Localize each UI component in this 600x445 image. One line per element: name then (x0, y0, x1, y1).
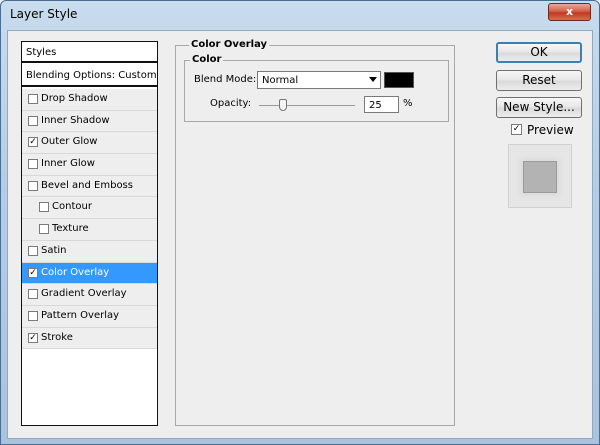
style-item[interactable]: ✓ Outer Glow (22, 132, 157, 155)
preview-checkbox[interactable]: ✓ (511, 124, 522, 135)
reset-button-label: Reset (522, 73, 556, 87)
style-item-checkbox[interactable] (28, 94, 38, 104)
style-item-checkbox[interactable]: ✓ (28, 267, 38, 278)
opacity-slider-track[interactable] (259, 105, 355, 106)
style-item[interactable]: Drop Shadow (22, 89, 157, 111)
style-item[interactable]: Inner Shadow (22, 110, 157, 133)
opacity-unit: % (403, 98, 413, 109)
style-item-label: Pattern Overlay (41, 309, 120, 321)
styles-header-label: Styles (26, 47, 57, 58)
dialog-client-area: Styles Blending Options: Custom Drop Sha… (7, 30, 593, 439)
style-item[interactable]: Inner Glow (22, 154, 157, 176)
style-item[interactable]: ✓ Color Overlay (22, 262, 157, 285)
style-item-checkbox[interactable]: ✓ (28, 332, 38, 343)
style-item-checkbox[interactable] (28, 159, 38, 170)
style-item-label: Inner Shadow (41, 114, 110, 126)
style-item[interactable]: Gradient Overlay (22, 284, 157, 306)
layer-style-dialog: Layer Style x Styles Blending Options: C… (0, 0, 600, 445)
new-style-button[interactable]: New Style... (496, 97, 582, 118)
chevron-down-icon (369, 77, 377, 82)
opacity-value: 25 (369, 100, 382, 111)
overlay-color-swatch[interactable] (384, 72, 414, 88)
opacity-label: Opacity: (210, 98, 252, 109)
blend-mode-select[interactable]: Normal (257, 71, 381, 89)
style-item-checkbox[interactable] (39, 202, 49, 213)
style-item[interactable]: ✓ Stroke (22, 327, 157, 350)
style-item[interactable]: Satin (22, 240, 157, 263)
blending-options-label: Blending Options: Custom (26, 70, 157, 81)
style-item-label: Color Overlay (41, 266, 110, 278)
ok-button-label: OK (530, 45, 548, 59)
close-icon: x (565, 5, 574, 18)
style-item-label: Contour (52, 201, 92, 213)
style-item-label: Stroke (41, 331, 73, 343)
ok-button[interactable]: OK (496, 42, 582, 63)
style-preview-swatch (523, 161, 557, 193)
style-item[interactable]: Contour (22, 197, 157, 220)
color-overlay-title: Color Overlay (189, 39, 270, 50)
style-item-checkbox[interactable] (39, 224, 49, 235)
reset-button[interactable]: Reset (496, 70, 582, 91)
style-item[interactable]: Bevel and Emboss (22, 175, 157, 198)
style-item-checkbox[interactable] (28, 289, 38, 300)
window-title: Layer Style (10, 7, 78, 21)
style-item-label: Satin (41, 244, 67, 256)
styles-header[interactable]: Styles (22, 42, 157, 63)
style-item-checkbox[interactable]: ✓ (28, 137, 38, 148)
blend-mode-label: Blend Mode: (194, 74, 257, 85)
preview-label[interactable]: Preview (527, 123, 574, 137)
style-item-checkbox[interactable] (28, 245, 38, 256)
opacity-input[interactable]: 25 (364, 96, 399, 113)
close-button[interactable]: x (548, 3, 591, 21)
title-bar: Layer Style x (1, 1, 599, 29)
style-item[interactable]: Pattern Overlay (22, 305, 157, 328)
color-overlay-group: Color Overlay Color Blend Mode: Normal O… (175, 39, 455, 426)
new-style-button-label: New Style... (503, 100, 575, 114)
style-item-label: Bevel and Emboss (41, 179, 133, 191)
color-subgroup: Color Blend Mode: Normal Opacity: 25 % (184, 54, 449, 122)
opacity-slider-thumb[interactable] (279, 99, 287, 111)
styles-list-panel: Styles Blending Options: Custom Drop Sha… (21, 41, 158, 426)
style-item-checkbox[interactable] (28, 180, 38, 191)
style-item-label: Drop Shadow (41, 93, 108, 104)
style-effects-list: Drop Shadow Inner Shadow ✓ Outer Glow Inner … (22, 89, 157, 350)
style-item-label: Texture (52, 223, 89, 235)
blend-mode-value: Normal (262, 75, 299, 86)
color-subgroup-title: Color (190, 54, 224, 65)
style-item-checkbox[interactable] (28, 115, 38, 126)
style-item-label: Inner Glow (41, 158, 95, 170)
blending-options-item[interactable]: Blending Options: Custom (22, 65, 157, 87)
style-item-checkbox[interactable] (28, 310, 38, 321)
style-item-label: Outer Glow (41, 136, 98, 148)
style-item[interactable]: Texture (22, 219, 157, 241)
style-item-label: Gradient Overlay (41, 288, 127, 300)
style-preview-thumbnail (508, 144, 572, 208)
